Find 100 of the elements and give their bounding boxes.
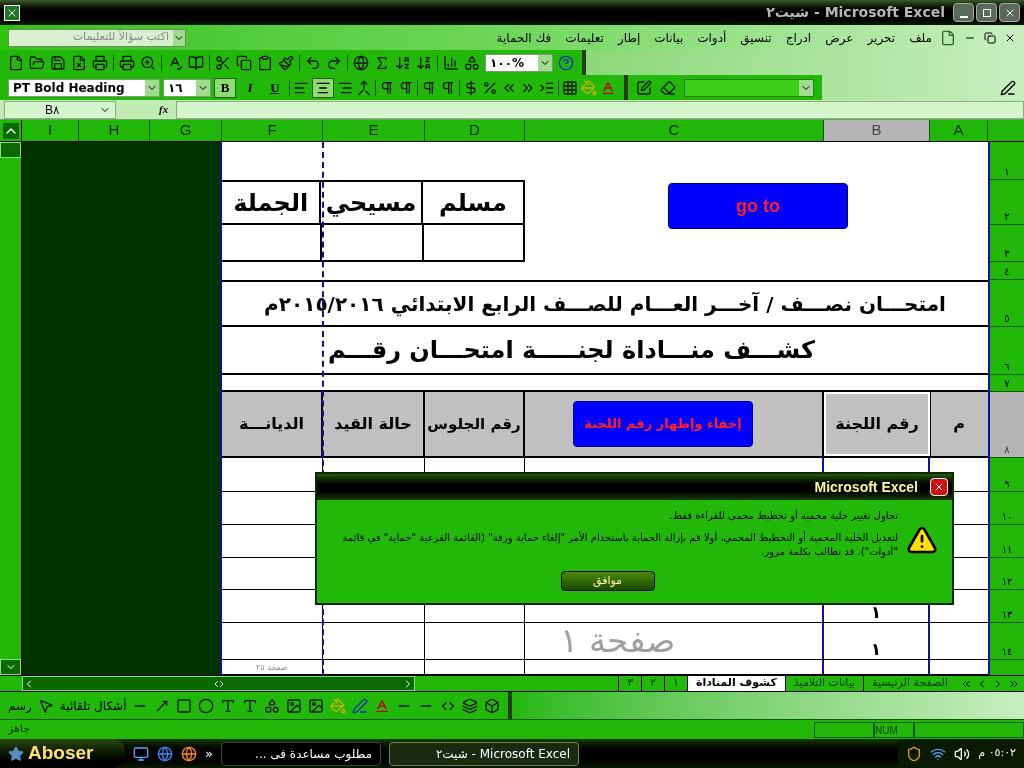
format-painter-icon[interactable] bbox=[278, 54, 294, 71]
shadow-icon[interactable] bbox=[462, 697, 479, 714]
restore-icon[interactable] bbox=[984, 31, 996, 44]
menu-item[interactable]: إطار bbox=[617, 28, 641, 47]
select-all-icon[interactable] bbox=[2, 122, 19, 139]
italic-button[interactable]: I bbox=[239, 77, 261, 98]
column-header[interactable]: B bbox=[824, 120, 930, 141]
open-folder-icon[interactable] bbox=[29, 54, 45, 71]
new-file-icon[interactable] bbox=[8, 54, 24, 71]
paragraph-icon[interactable] bbox=[398, 79, 414, 96]
name-box[interactable]: B٨ bbox=[4, 100, 116, 119]
autoshapes-menu-button[interactable]: أشكال تلقائية bbox=[59, 696, 127, 715]
row-header[interactable]: ٩ bbox=[990, 458, 1024, 492]
merge-cells-icon[interactable] bbox=[356, 79, 372, 96]
sort-ascending-icon[interactable] bbox=[395, 54, 411, 71]
row-header[interactable]: ٤ bbox=[990, 262, 1024, 280]
row-header[interactable]: ١١ bbox=[990, 525, 1024, 558]
eraser-icon[interactable] bbox=[660, 79, 676, 96]
row-header[interactable]: ١٣ bbox=[990, 590, 1024, 623]
select-pointer-icon[interactable] bbox=[37, 697, 54, 714]
taskbar-button[interactable]: Microsoft Excel - شيت٢ bbox=[388, 741, 579, 766]
column-header[interactable]: F bbox=[222, 120, 323, 141]
menu-item[interactable]: تنسيق bbox=[740, 28, 772, 47]
column-header[interactable]: H bbox=[79, 120, 150, 141]
taskbar-button[interactable]: مطلوب مساعدة فى ... bbox=[220, 741, 381, 766]
font-color-icon[interactable] bbox=[600, 79, 616, 96]
undo-icon[interactable] bbox=[305, 54, 321, 71]
row-header[interactable]: ١ bbox=[990, 142, 1024, 180]
scroll-up-button[interactable] bbox=[0, 142, 21, 158]
menu-item[interactable]: ادراج bbox=[785, 28, 812, 47]
restore-button[interactable] bbox=[976, 3, 997, 22]
save-icon[interactable] bbox=[50, 54, 66, 71]
menu-item[interactable]: تحرير bbox=[867, 28, 896, 47]
horizontal-scrollbar[interactable] bbox=[22, 676, 415, 691]
sheet-tab[interactable]: الصفحة الرئيسية bbox=[863, 676, 956, 691]
draw-menu-button[interactable]: رسم bbox=[8, 696, 32, 715]
font-color-icon[interactable] bbox=[374, 697, 391, 714]
rectangle-icon[interactable] bbox=[176, 697, 193, 714]
sheet-tab[interactable]: ٢ bbox=[641, 676, 664, 691]
volume-icon[interactable] bbox=[954, 745, 971, 762]
menu-item[interactable]: بيانات bbox=[654, 28, 684, 47]
picture-icon[interactable] bbox=[308, 697, 325, 714]
fill-color-icon[interactable] bbox=[330, 697, 347, 714]
function-label[interactable]: fx bbox=[159, 101, 169, 118]
menu-item[interactable]: عرض bbox=[825, 28, 854, 47]
paste-icon[interactable] bbox=[257, 54, 273, 71]
sheet-tab[interactable]: ١ bbox=[664, 676, 687, 691]
diagram-icon[interactable] bbox=[264, 697, 281, 714]
zoom-dropdown[interactable]: ١٠٠% bbox=[485, 53, 553, 72]
desktop-icon[interactable] bbox=[133, 745, 149, 762]
research-icon[interactable] bbox=[188, 54, 204, 71]
menu-item[interactable]: تعليمات bbox=[565, 28, 604, 47]
dialog-close-button[interactable] bbox=[930, 478, 948, 496]
edit-square-icon[interactable] bbox=[636, 79, 652, 96]
text-box-icon[interactable] bbox=[220, 697, 237, 714]
sheet-tab[interactable]: ٣ bbox=[618, 676, 642, 691]
row-header[interactable]: ٥ bbox=[990, 280, 1024, 327]
column-header[interactable]: I bbox=[22, 120, 79, 141]
currency-icon[interactable] bbox=[463, 79, 479, 96]
column-header[interactable]: D bbox=[425, 120, 525, 141]
style-dropdown[interactable] bbox=[684, 78, 814, 97]
formula-field[interactable] bbox=[176, 100, 1024, 119]
borders-icon[interactable] bbox=[562, 79, 578, 96]
sum-icon[interactable] bbox=[374, 54, 390, 71]
menu-item[interactable]: ملف bbox=[909, 28, 932, 47]
menu-item[interactable]: فك الحماية bbox=[496, 28, 552, 47]
cut-icon[interactable] bbox=[215, 54, 231, 71]
row-header[interactable]: ٣ bbox=[990, 225, 1024, 262]
column-header[interactable]: E bbox=[323, 120, 425, 141]
sheet-tab[interactable]: كشوف المناداة bbox=[686, 676, 785, 691]
column-header[interactable]: A bbox=[930, 120, 988, 141]
print-preview-icon[interactable] bbox=[140, 54, 156, 71]
bold-button[interactable]: B bbox=[214, 77, 236, 98]
row-header[interactable]: ٢ bbox=[990, 180, 1024, 225]
start-button[interactable]: Aboser bbox=[0, 739, 125, 768]
pen-icon[interactable] bbox=[1000, 79, 1016, 96]
drawing-icon[interactable] bbox=[464, 54, 480, 71]
row-header[interactable]: ١٤ bbox=[990, 623, 1024, 660]
vertical-scrollbar[interactable] bbox=[0, 142, 22, 675]
hyperlink-icon[interactable] bbox=[353, 54, 369, 71]
redo-icon[interactable] bbox=[326, 54, 342, 71]
row-header[interactable]: ١٠ bbox=[990, 492, 1024, 525]
print-icon[interactable] bbox=[119, 54, 135, 71]
3d-icon[interactable] bbox=[484, 697, 501, 714]
spelling-icon[interactable] bbox=[167, 54, 183, 71]
column-header[interactable]: G bbox=[150, 120, 222, 141]
align-center-button[interactable] bbox=[312, 77, 334, 98]
more-button[interactable]: » bbox=[205, 743, 213, 764]
shield-icon[interactable] bbox=[906, 745, 923, 762]
ok-button[interactable]: موافق bbox=[560, 571, 655, 591]
chart-icon[interactable] bbox=[443, 54, 459, 71]
font-size-dropdown[interactable]: ١٦ bbox=[163, 78, 211, 97]
fill-color-icon[interactable] bbox=[581, 79, 597, 96]
line-color-icon[interactable] bbox=[352, 697, 369, 714]
close-button[interactable] bbox=[999, 3, 1020, 22]
copy-icon[interactable] bbox=[236, 54, 252, 71]
sort-descending-icon[interactable] bbox=[416, 54, 432, 71]
underline-button[interactable]: U bbox=[264, 77, 286, 98]
row-header[interactable]: ١٢ bbox=[990, 558, 1024, 590]
browser-icon[interactable] bbox=[157, 745, 173, 762]
